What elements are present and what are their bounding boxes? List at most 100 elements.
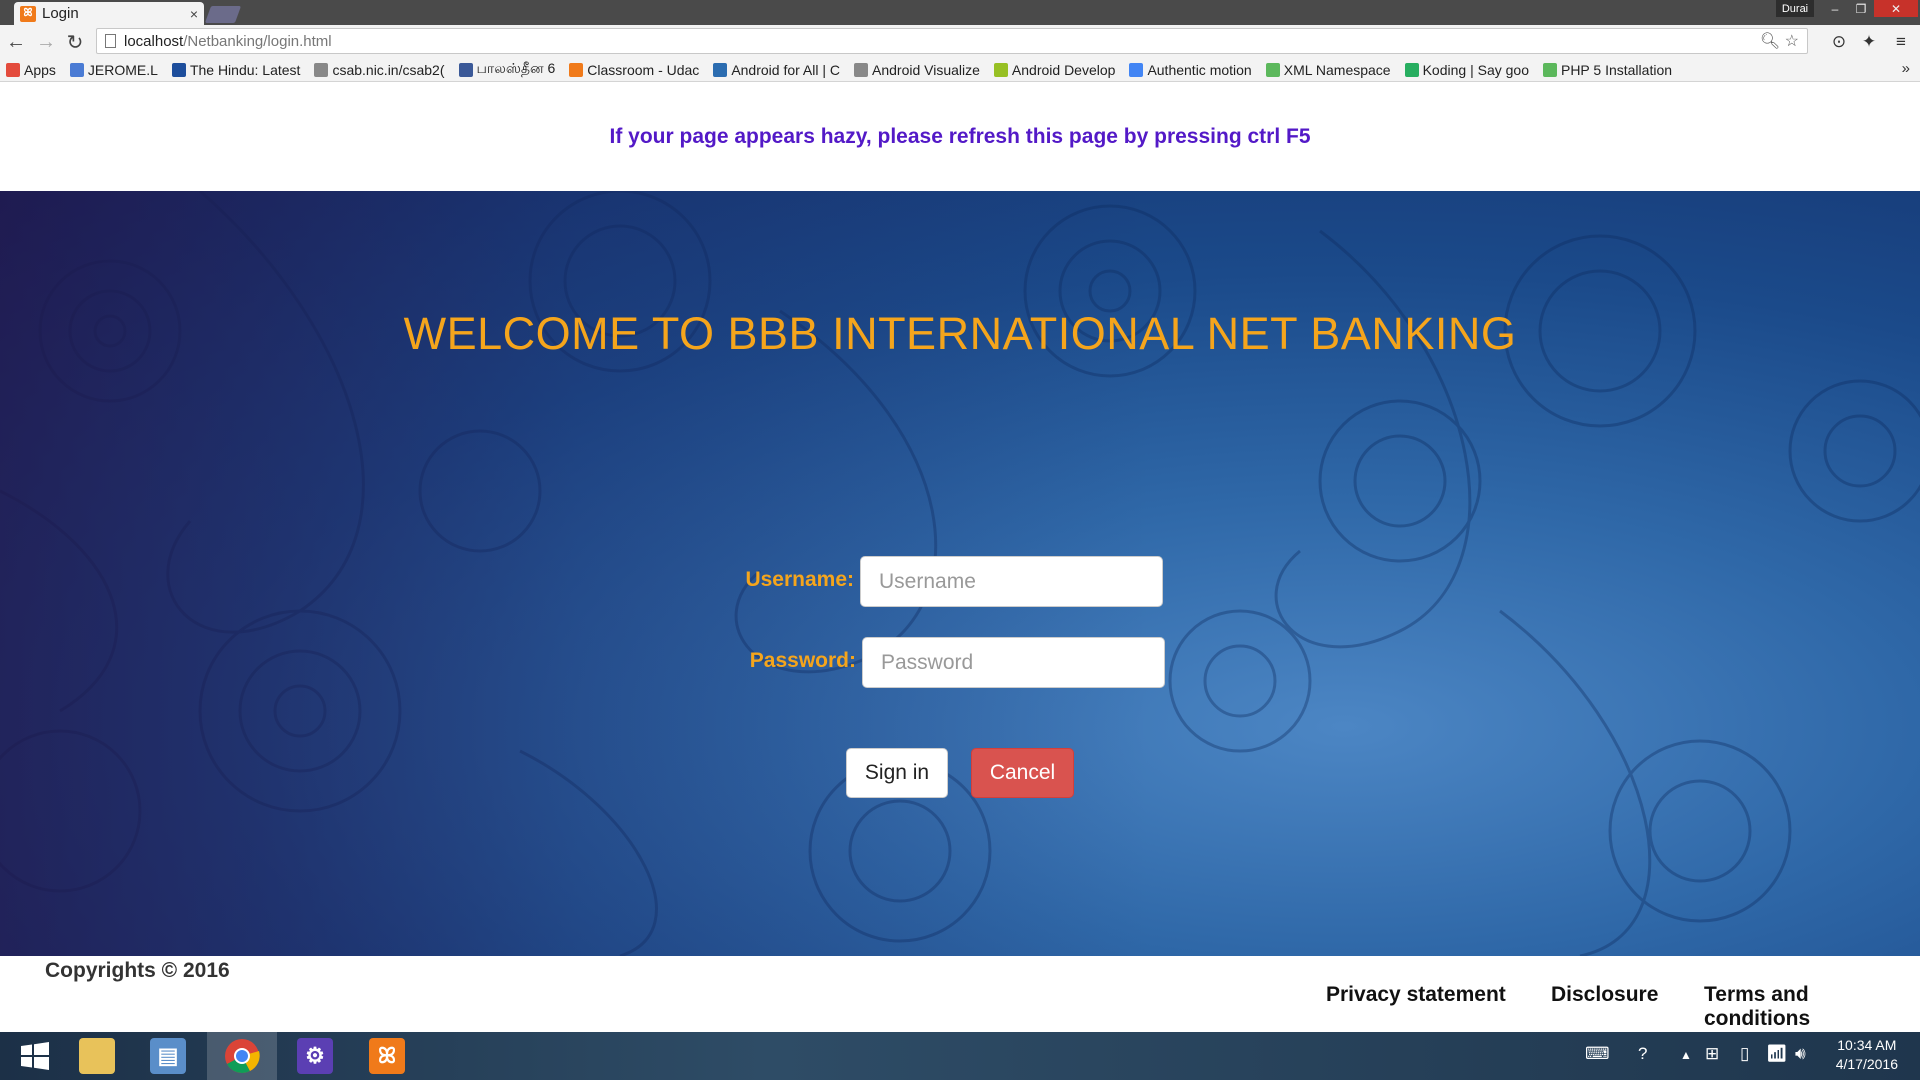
bookmark-item[interactable]: PHP 5 Installation — [1542, 61, 1673, 78]
windows-logo-icon — [21, 1042, 49, 1070]
browser-titlebar: ꕤ Login × Durai – ❐ ✕ — [0, 0, 1920, 25]
extension-bird-icon[interactable]: ✦ — [1858, 31, 1880, 53]
bookmark-item[interactable]: Android for All | C — [713, 62, 840, 78]
welcome-heading: WELCOME TO BBB INTERNATIONAL NET BANKING — [403, 308, 1517, 359]
bookmark-label: Android Visualize — [872, 61, 980, 78]
bookmark-label: JEROME.L — [87, 61, 158, 78]
bookmark-item[interactable]: JEROME.L — [69, 61, 158, 78]
system-clock[interactable]: 10:34 AM 4/17/2016 — [1836, 1036, 1898, 1074]
bookmark-item[interactable]: csab.nic.in/csab2( — [314, 61, 445, 78]
disclosure-link[interactable]: Disclosure — [1551, 983, 1658, 1007]
sign-in-button[interactable]: Sign in — [846, 748, 948, 798]
bookmark-label: பாலஸ்தீன 6 — [476, 60, 556, 76]
bookmark-item[interactable]: The Hindu: Latest — [171, 61, 301, 78]
bookmark-favicon-icon — [1542, 62, 1557, 77]
clock-date: 4/17/2016 — [1835, 1056, 1898, 1072]
password-input[interactable] — [862, 637, 1165, 688]
bookmark-favicon-icon — [458, 62, 473, 77]
cancel-button[interactable]: Cancel — [971, 748, 1074, 798]
bookmark-favicon-icon — [171, 62, 186, 77]
chrome-icon — [225, 1039, 260, 1073]
bookmark-label: Koding | Say goo — [1422, 61, 1529, 78]
bookmark-label: PHP 5 Installation — [1560, 61, 1673, 78]
page-icon — [105, 34, 116, 48]
copyright-text: Copyrights © 2016 — [45, 959, 230, 982]
folder-icon — [79, 1038, 115, 1074]
bookmark-favicon-icon — [713, 62, 728, 77]
bookmarks-overflow-icon[interactable]: » — [1902, 60, 1910, 77]
bookmark-favicon-icon — [1129, 62, 1144, 77]
bookmark-item[interactable]: Apps — [6, 62, 56, 78]
bookmark-label: Authentic motion — [1147, 61, 1252, 78]
bookmarks-bar: Apps JEROME.L The Hindu: Latest csab.nic.in… — [0, 58, 1920, 82]
refresh-notice: If your page appears hazy, please refres… — [0, 83, 1920, 191]
bookmark-item[interactable]: Android Visualize — [854, 62, 980, 78]
control-panel-icon: ▤ — [150, 1038, 186, 1074]
bookmark-label: csab.nic.in/csab2( — [332, 61, 445, 78]
xampp-icon: ꕤ — [369, 1038, 405, 1074]
notice-text: If your page appears hazy, please refres… — [609, 125, 1311, 148]
bookmark-item[interactable]: Koding | Say goo — [1404, 61, 1529, 78]
window-close-icon[interactable]: ✕ — [1874, 0, 1918, 17]
password-label: Password: — [749, 649, 856, 672]
bookmark-star-icon[interactable]: 🔍︎ ☆ — [1760, 31, 1799, 51]
close-tab-icon[interactable]: × — [190, 6, 198, 22]
volume-icon[interactable]: 🔊︎ — [1795, 1044, 1806, 1064]
bookmark-label: XML Namespace — [1283, 61, 1391, 78]
taskbar-settings[interactable]: ⚙ — [280, 1032, 350, 1080]
menu-icon[interactable]: ≡ — [1890, 31, 1912, 53]
taskbar-xampp[interactable]: ꕤ — [352, 1032, 422, 1080]
taskbar-chrome[interactable] — [207, 1032, 277, 1080]
tab-title: Login — [42, 5, 79, 22]
bookmark-favicon-icon — [69, 62, 84, 77]
bookmark-favicon-icon — [854, 62, 868, 77]
bookmark-favicon-icon — [1404, 62, 1419, 77]
username-label: Username: — [745, 568, 854, 591]
terms-link[interactable]: Terms and conditions — [1704, 983, 1920, 1031]
bookmark-label: Classroom - Udac — [587, 61, 700, 78]
bookmark-label: The Hindu: Latest — [189, 61, 301, 78]
windows-taskbar: ▤ ⚙ ꕤ ⌨ ? ▲ ⊞ ▯ 📶︎ 🔊︎ 10:34 AM 4/17/2016 — [0, 1032, 1920, 1080]
username-input[interactable] — [860, 556, 1163, 607]
back-icon[interactable]: ← — [4, 30, 28, 54]
windows-tray-icon[interactable]: ⊞ — [1705, 1044, 1719, 1064]
start-button[interactable] — [0, 1032, 70, 1080]
chevron-up-icon[interactable]: ▲ — [1680, 1048, 1692, 1062]
extension-icon[interactable]: ⊙ — [1828, 31, 1850, 53]
reload-icon[interactable]: ↻ — [63, 30, 87, 54]
bookmark-item[interactable]: Android Develop — [993, 61, 1116, 78]
bookmark-item[interactable]: Classroom - Udac — [569, 62, 699, 78]
forward-icon[interactable]: → — [34, 30, 58, 54]
clock-time: 10:34 AM — [1837, 1037, 1897, 1053]
bookmark-favicon-icon — [314, 62, 329, 77]
privacy-statement-link[interactable]: Privacy statement — [1326, 983, 1506, 1007]
bookmark-item[interactable]: Authentic motion — [1129, 61, 1252, 78]
bookmark-item[interactable]: பாலஸ்தீன 6 — [458, 60, 556, 79]
apps-grid-icon — [6, 62, 20, 77]
profile-user-badge[interactable]: Durai — [1776, 0, 1814, 17]
minimize-icon[interactable]: – — [1822, 0, 1848, 17]
signal-icon[interactable]: 📶︎ — [1766, 1044, 1788, 1064]
bookmark-label: Android Develop — [1011, 61, 1116, 78]
page-footer: Copyrights © 2016 Privacy statement Disc… — [0, 956, 1920, 1032]
url-host: localhost — [124, 32, 184, 50]
taskbar-control-panel[interactable]: ▤ — [133, 1032, 203, 1080]
restore-icon[interactable]: ❐ — [1848, 0, 1874, 17]
battery-icon[interactable]: ▯ — [1740, 1044, 1749, 1064]
bookmark-label: Apps — [24, 61, 56, 78]
bookmark-label: Android for All | C — [731, 61, 840, 78]
bookmark-favicon-icon — [993, 62, 1008, 77]
gear-icon: ⚙ — [297, 1038, 333, 1074]
address-bar[interactable]: localhost/Netbanking/login.html 🔍︎ ☆ — [96, 28, 1808, 54]
bookmark-favicon-icon — [569, 62, 584, 77]
xampp-icon: ꕤ — [20, 5, 36, 22]
browser-tab-login[interactable]: ꕤ Login × — [14, 2, 204, 25]
keyboard-icon[interactable]: ⌨ — [1585, 1044, 1610, 1064]
bookmark-favicon-icon — [1265, 62, 1280, 77]
help-icon[interactable]: ? — [1638, 1044, 1647, 1064]
new-tab-button[interactable] — [204, 6, 242, 23]
url-text: localhost/Netbanking/login.html — [124, 33, 332, 50]
browser-toolbar: ← → ↻ localhost/Netbanking/login.html 🔍︎… — [0, 25, 1920, 58]
bookmark-item[interactable]: XML Namespace — [1265, 61, 1391, 78]
taskbar-file-explorer[interactable] — [62, 1032, 132, 1080]
